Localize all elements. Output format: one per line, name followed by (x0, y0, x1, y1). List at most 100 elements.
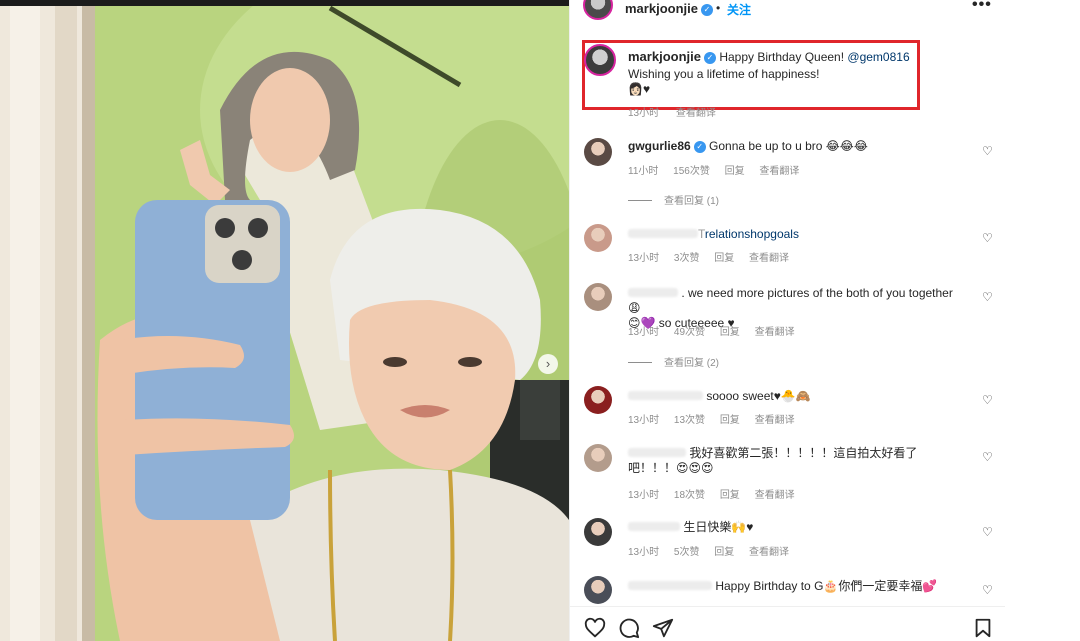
comment-text-line: 生日快樂🙌♥ (628, 520, 968, 535)
comment-time: 13小时 (628, 490, 660, 501)
comment-avatar[interactable] (584, 138, 612, 166)
comment-translate-link[interactable]: 查看翻译 (749, 253, 789, 264)
caption-time: 13小时 (628, 108, 660, 119)
comment-reply-button[interactable]: 回复 (714, 253, 734, 264)
comment-translate-link[interactable]: 查看翻译 (749, 547, 789, 558)
comment-avatar[interactable] (584, 518, 612, 546)
comment-avatar[interactable] (584, 576, 612, 604)
comment-time: 13小时 (628, 547, 660, 558)
bookmark-icon[interactable] (972, 617, 994, 639)
comment-text-line: Happy Birthday to G🎂你們一定要幸福💕 (628, 579, 968, 594)
comment-reply-button[interactable]: 回复 (720, 415, 740, 426)
caption-line-1: markjoonjie ✓ Happy Birthday Queen! @gem0… (628, 49, 910, 64)
verified-badge-icon: ✓ (693, 141, 706, 153)
verified-badge-icon: ✓ (703, 52, 716, 64)
comment-like-heart-icon[interactable]: ♡ (982, 290, 993, 304)
caption-translate-link[interactable]: 查看翻译 (676, 108, 716, 119)
heart-outline-icon[interactable] (584, 617, 606, 639)
photo-illustration (0, 0, 569, 641)
post-details-panel: markjoonjie ✓ • 关注 ••• markjoonjie ✓ Happy… (569, 0, 1006, 641)
caption-emoji: 👩🏻♥ (628, 82, 651, 96)
caption-meta: 13小时 查看翻译 (628, 104, 730, 119)
author-avatar[interactable] (583, 0, 613, 20)
replies-divider (628, 362, 652, 363)
comment-reply-button[interactable]: 回复 (720, 327, 740, 338)
comment-avatar[interactable] (584, 386, 612, 414)
redacted-username (628, 288, 678, 297)
redacted-username (628, 522, 680, 531)
caption-mention-link[interactable]: @gem0816 (847, 50, 909, 64)
comment-body: 我好喜歡第二張！！！！！這自拍太好看了 (689, 446, 918, 460)
comment-avatar[interactable] (584, 224, 612, 252)
comment-meta: 13小时 18次赞 回复 查看翻译 (628, 486, 807, 501)
comment-text-line: soooo sweet♥🐣🙈 (628, 389, 968, 404)
comment-meta: 13小时 3次赞 回复 查看翻译 (628, 249, 801, 264)
comment-translate-link[interactable]: 查看翻译 (759, 166, 799, 177)
redacted-username (628, 229, 698, 238)
view-replies-toggle[interactable]: 查看回复 (1) (628, 192, 719, 207)
comment-text-line: gwgurlie86 ✓ Gonna be up to u bro 😂😂😂 (628, 139, 968, 154)
comment-translate-link[interactable]: 查看翻译 (755, 490, 795, 501)
redacted-username (628, 448, 686, 457)
comment-avatar[interactable] (584, 444, 612, 472)
comment-text-line: Trelationshopgoals (628, 227, 968, 242)
post-photo[interactable]: › (0, 0, 569, 641)
comment-like-heart-icon[interactable]: ♡ (982, 231, 993, 245)
comment-time: 13小时 (628, 415, 660, 426)
replies-divider (628, 200, 652, 201)
caption-username[interactable]: markjoonjie (628, 49, 701, 64)
comment-text-line: 我好喜歡第二張！！！！！這自拍太好看了 吧！！！😍😍😍 (628, 446, 968, 476)
comment-likes[interactable]: 13次赞 (674, 415, 705, 426)
comment-likes[interactable]: 49次赞 (674, 327, 705, 338)
follow-button[interactable]: 关注 (727, 1, 751, 18)
header-separator: • (716, 1, 721, 15)
carousel-next-icon[interactable]: › (538, 354, 558, 374)
comment-reply-button[interactable]: 回复 (720, 490, 740, 501)
view-replies-label[interactable]: 查看回复 (2) (664, 358, 719, 369)
comment-username[interactable]: gwgurlie86 (628, 139, 691, 153)
comment-likes[interactable]: 3次赞 (674, 253, 700, 264)
comment-like-heart-icon[interactable]: ♡ (982, 393, 993, 407)
author-username[interactable]: markjoonjie ✓ (625, 1, 713, 16)
comment-like-heart-icon[interactable]: ♡ (982, 583, 993, 597)
photo-top-edge (0, 0, 569, 6)
comment-time: 11小时 (628, 166, 659, 177)
comment-likes[interactable]: 156次赞 (673, 166, 710, 177)
comment-meta: 13小时 13次赞 回复 查看翻译 (628, 411, 807, 426)
comment-body[interactable]: relationshopgoals (705, 227, 799, 241)
view-replies-label[interactable]: 查看回复 (1) (664, 196, 719, 207)
caption-author-avatar[interactable] (584, 44, 616, 76)
comment-time: 13小时 (628, 253, 660, 264)
comment-reply-button[interactable]: 回复 (725, 166, 745, 177)
comment-like-heart-icon[interactable]: ♡ (982, 450, 993, 464)
comment-body: soooo sweet♥🐣🙈 (706, 389, 811, 403)
comment-body: Gonna be up to u bro 😂😂😂 (709, 139, 868, 153)
caption-text: Happy Birthday Queen! (719, 50, 845, 64)
comment-time: 13小时 (628, 327, 660, 338)
comment-avatar[interactable] (584, 283, 612, 311)
comment-body: Happy Birthday to G🎂你們一定要幸福💕 (715, 579, 938, 593)
comment-reply-button[interactable]: 回复 (714, 547, 734, 558)
comment-translate-link[interactable]: 查看翻译 (755, 327, 795, 338)
comment-translate-link[interactable]: 查看翻译 (755, 415, 795, 426)
comment-meta: 13小时 5次赞 回复 查看翻译 (628, 543, 801, 558)
comment-like-heart-icon[interactable]: ♡ (982, 525, 993, 539)
comment-icon[interactable] (618, 617, 640, 639)
caption-line-2: Wishing you a lifetime of happiness! (628, 67, 820, 81)
post-header: markjoonjie ✓ • 关注 ••• (570, 0, 1006, 22)
page-right-margin (1005, 0, 1080, 641)
comment-body: 生日快樂🙌♥ (683, 520, 754, 534)
comment-likes[interactable]: 18次赞 (674, 490, 705, 501)
comment-partial-username: T (698, 227, 705, 241)
paper-plane-icon[interactable] (652, 617, 674, 639)
comment-body-continued: 吧！！！😍😍😍 (628, 461, 714, 475)
redacted-username (628, 391, 703, 400)
comment-like-heart-icon[interactable]: ♡ (982, 144, 993, 158)
view-replies-toggle[interactable]: 查看回复 (2) (628, 354, 719, 369)
post-action-bar (570, 606, 1006, 641)
more-options-icon[interactable]: ••• (972, 0, 992, 14)
comment-likes[interactable]: 5次赞 (674, 547, 700, 558)
comment-meta: 11小时 156次赞 回复 查看翻译 (628, 162, 811, 177)
comment-meta: 13小时 49次赞 回复 查看翻译 (628, 323, 807, 338)
author-username-text[interactable]: markjoonjie (625, 1, 698, 16)
